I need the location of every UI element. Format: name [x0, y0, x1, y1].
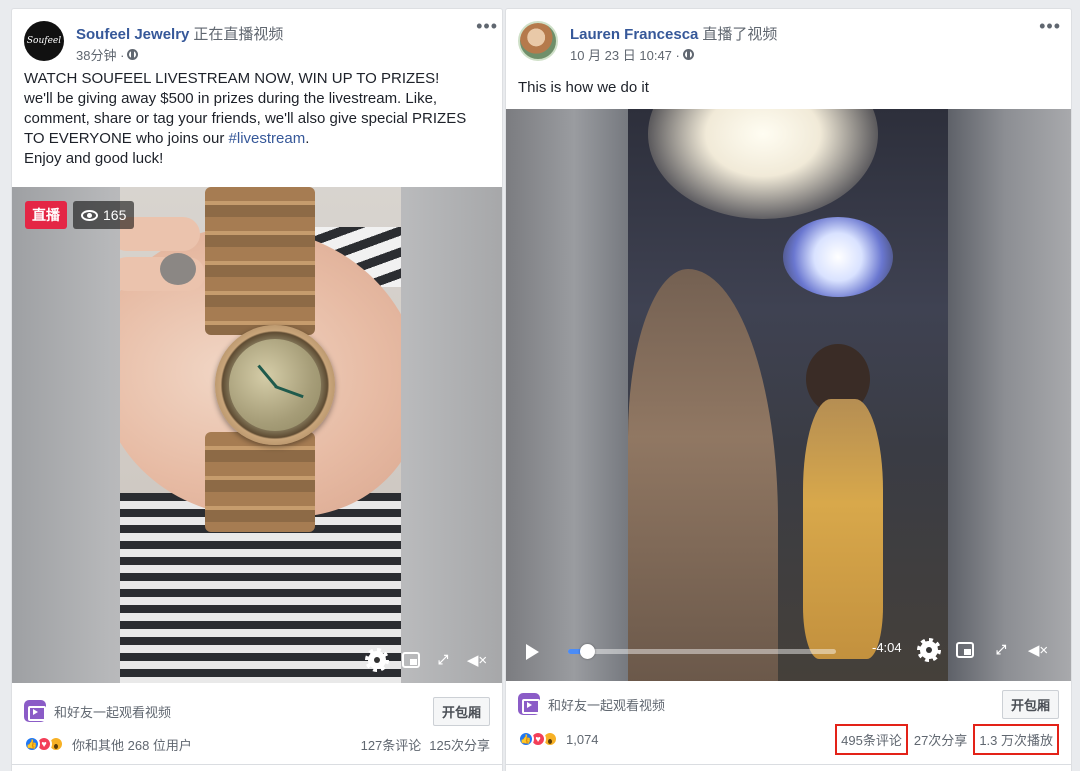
eye-icon: [81, 209, 98, 221]
post-text: WATCH SOUFEEL LIVESTREAM NOW, WIN UP TO …: [12, 69, 502, 169]
reactions-count[interactable]: 1,074: [566, 732, 599, 747]
open-room-button[interactable]: 开包厢: [432, 696, 490, 726]
viewer-count-badge: 165: [73, 201, 135, 229]
minute-hand: [274, 385, 304, 399]
text-line: Enjoy and good luck!: [24, 150, 164, 167]
post-meta: 38分钟 ·: [76, 45, 139, 64]
stats-right: 127条评论 125次分享: [361, 735, 490, 754]
comments-count[interactable]: 127条评论: [361, 735, 422, 754]
watch-strap: [205, 187, 315, 335]
live-badges: 直播 165: [25, 201, 135, 229]
post-meta: 10 月 23 日 10:47 ·: [570, 45, 694, 64]
more-icon[interactable]: •••: [1039, 17, 1061, 35]
gear-icon: [917, 638, 941, 662]
reactions-text[interactable]: 你和其他 268 位用户: [72, 735, 192, 754]
party-icon: [24, 700, 46, 722]
avatar-logo-text: Soufeel: [26, 36, 62, 46]
text-segment: .: [305, 130, 310, 147]
gear-icon: [365, 648, 389, 672]
divider: [506, 764, 1071, 765]
post-time[interactable]: 10 月 23 日 10:47 ·: [570, 45, 680, 64]
globe-icon: [682, 49, 694, 60]
viewer-count: 165: [103, 207, 127, 223]
text-segment: TO EVERYONE who joins our: [24, 130, 229, 147]
stats-row: 👍 ♥ 1,074 495条评论 27次分享 1.3 万次播放: [506, 723, 1071, 755]
play-button[interactable]: [522, 642, 542, 662]
post-header: Lauren Francesca 直播了视频 10 月 23 日 10:47 · …: [506, 9, 1071, 67]
mute-icon[interactable]: ◀×: [1024, 639, 1052, 661]
like-icon: 👍: [518, 731, 534, 747]
avatar[interactable]: [518, 21, 558, 61]
pip-button[interactable]: [400, 650, 422, 670]
pip-icon: [956, 642, 974, 658]
watch-party-label[interactable]: 和好友一起观看视频: [54, 702, 171, 721]
nail: [160, 253, 196, 285]
text-line: WATCH SOUFEEL LIVESTREAM NOW, WIN UP TO …: [24, 70, 440, 87]
live-badge: 直播: [25, 201, 67, 229]
watch-party-label[interactable]: 和好友一起观看视频: [548, 695, 665, 714]
post-action: 正在直播视频: [193, 26, 284, 43]
views-count: 1.3 万次播放: [973, 723, 1059, 755]
pip-icon: [402, 652, 420, 668]
post-action: 直播了视频: [702, 26, 778, 43]
divider: [12, 764, 502, 765]
reactions[interactable]: 👍 ♥: [24, 736, 64, 752]
text-line: we'll be giving away $500 in prizes duri…: [24, 90, 438, 107]
globe-icon: [127, 49, 139, 60]
post-soufeel: Soufeel Soufeel Jewelry 正在直播视频 38分钟 · •••…: [11, 8, 503, 771]
play-icon: [525, 644, 539, 660]
time-remaining: -4:04: [872, 640, 902, 655]
watch-party-row: 和好友一起观看视频 开包厢: [506, 682, 1071, 726]
shares-count[interactable]: 27次分享: [914, 730, 967, 749]
more-icon[interactable]: •••: [476, 17, 498, 35]
pip-button[interactable]: [954, 640, 976, 660]
ceiling-light: [648, 109, 878, 219]
settings-button[interactable]: [917, 638, 941, 662]
video-frame: [628, 109, 948, 681]
avatar[interactable]: Soufeel: [24, 21, 64, 61]
watch-strap: [205, 432, 315, 532]
watch-party-row: 和好友一起观看视频 开包厢: [12, 689, 502, 733]
spotlight: [783, 217, 893, 297]
person-hair: [628, 269, 778, 681]
settings-button[interactable]: [365, 648, 389, 672]
video-player[interactable]: -4:04 ⤢ ◀×: [506, 109, 1071, 681]
author-name[interactable]: Soufeel Jewelry: [76, 26, 189, 43]
stats-right: 495条评论 27次分享 1.3 万次播放: [835, 723, 1059, 755]
post-lauren: Lauren Francesca 直播了视频 10 月 23 日 10:47 · …: [505, 8, 1072, 771]
author-line: Lauren Francesca 直播了视频: [570, 23, 777, 44]
author-name[interactable]: Lauren Francesca: [570, 26, 698, 43]
video-frame: [120, 187, 401, 683]
shares-count[interactable]: 125次分享: [429, 735, 490, 754]
open-room-button[interactable]: 开包厢: [1001, 689, 1059, 719]
video-player[interactable]: 直播 165 ⤢ ◀×: [12, 187, 502, 683]
hashtag-link[interactable]: #livestream: [229, 130, 306, 147]
reactions[interactable]: 👍 ♥: [518, 731, 558, 747]
author-line: Soufeel Jewelry 正在直播视频: [76, 23, 283, 44]
dancer-body: [803, 399, 883, 659]
comments-count[interactable]: 495条评论: [835, 723, 908, 755]
mute-icon[interactable]: ◀×: [464, 649, 490, 671]
text-line: comment, share or tag your friends, we'l…: [24, 110, 467, 127]
text-line: TO EVERYONE who joins our #livestream.: [24, 129, 490, 149]
party-icon: [518, 693, 540, 715]
expand-icon[interactable]: ⤢: [990, 639, 1012, 661]
progress-handle[interactable]: [579, 644, 595, 659]
post-time[interactable]: 38分钟 ·: [76, 45, 124, 64]
progress-bar[interactable]: [568, 644, 836, 659]
like-icon: 👍: [24, 736, 40, 752]
stats-row: 👍 ♥ 你和其他 268 位用户 127条评论 125次分享: [12, 729, 502, 759]
watch-case: [215, 325, 335, 445]
watch-face: [229, 339, 321, 431]
post-text: This is how we do it: [518, 79, 649, 96]
expand-icon[interactable]: ⤢: [432, 649, 454, 671]
post-header: Soufeel Soufeel Jewelry 正在直播视频 38分钟 · •••: [12, 9, 502, 67]
